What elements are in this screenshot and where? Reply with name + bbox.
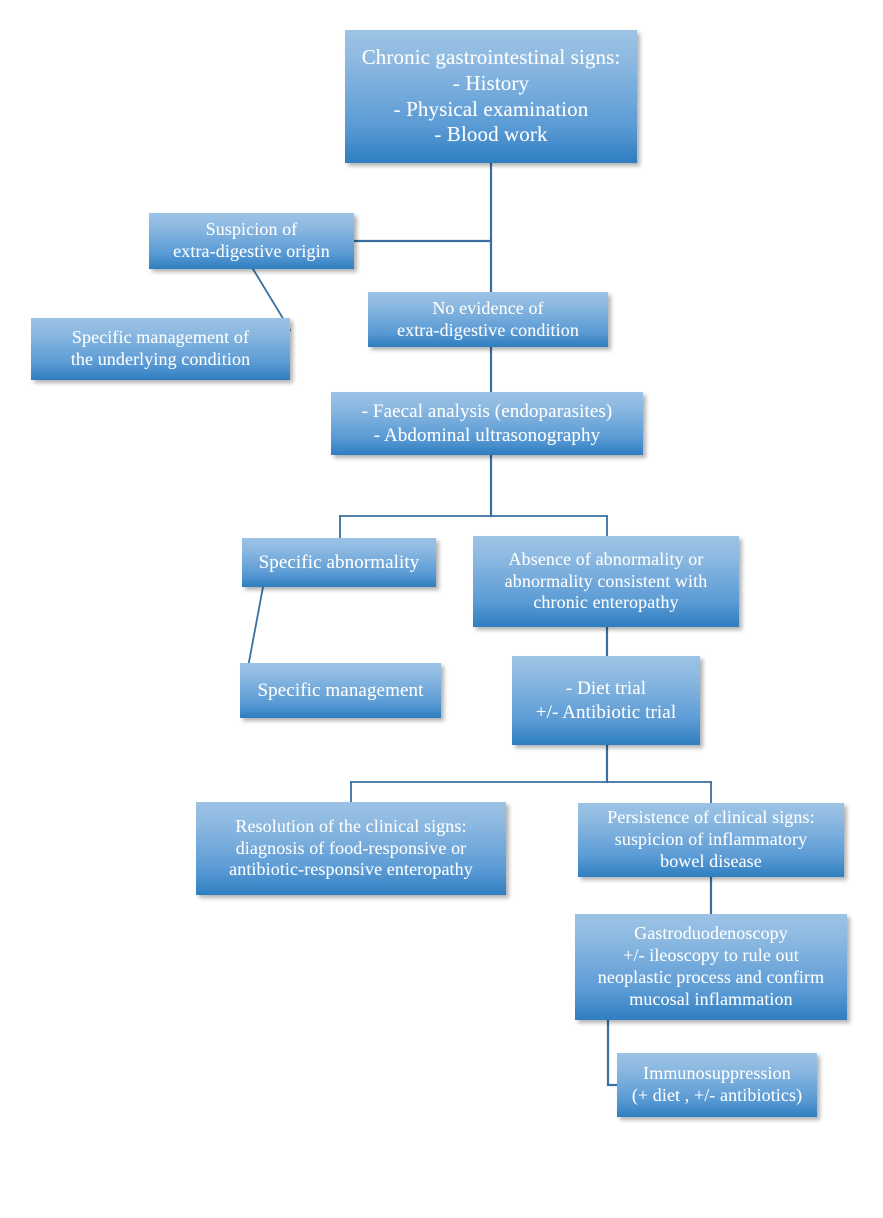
node-resolution-clinical-signs[interactable]: Resolution of the clinical signs: diagno… bbox=[196, 802, 506, 895]
node-gastroduodenoscopy-label: Gastroduodenoscopy +/- ileoscopy to rule… bbox=[597, 923, 825, 1009]
node-suspicion-extra-digestive-label: Suspicion of extra-digestive origin bbox=[173, 219, 330, 261]
node-immunosuppression-label: Immunosuppression (+ diet , +/- antibiot… bbox=[631, 1063, 803, 1105]
node-absence-of-abnormality-label: Absence of abnormality or abnormality co… bbox=[504, 548, 708, 613]
node-specific-management-label: Specific management bbox=[257, 679, 424, 701]
connector-gastro-to-immunosuppression bbox=[606, 1018, 619, 1087]
node-no-evidence-extra-digestive-label: No evidence of extra-digestive condition bbox=[397, 297, 579, 340]
connector-layer bbox=[244, 161, 713, 1087]
node-gastroduodenoscopy[interactable]: Gastroduodenoscopy +/- ileoscopy to rule… bbox=[575, 914, 847, 1020]
node-suspicion-extra-digestive[interactable]: Suspicion of extra-digestive origin bbox=[149, 213, 354, 269]
node-specific-management[interactable]: Specific management bbox=[240, 663, 441, 718]
node-faecal-analysis[interactable]: - Faecal analysis (endoparasites) - Abdo… bbox=[331, 392, 643, 455]
node-specific-management-underlying-label: Specific management of the underlying co… bbox=[70, 327, 251, 369]
node-no-evidence-extra-digestive[interactable]: No evidence of extra-digestive condition bbox=[368, 292, 608, 347]
node-faecal-analysis-label: - Faecal analysis (endoparasites) - Abdo… bbox=[361, 401, 613, 446]
node-absence-of-abnormality[interactable]: Absence of abnormality or abnormality co… bbox=[473, 536, 739, 627]
node-specific-management-underlying[interactable]: Specific management of the underlying co… bbox=[31, 318, 290, 380]
node-diet-trial-label: - Diet trial +/- Antibiotic trial bbox=[535, 678, 677, 723]
node-specific-abnormality[interactable]: Specific abnormality bbox=[242, 538, 436, 587]
node-chronic-gi-signs-label: Chronic gastrointestinal signs: - Histor… bbox=[361, 45, 621, 147]
node-persistence-clinical-signs[interactable]: Persistence of clinical signs: suspicion… bbox=[578, 803, 844, 877]
node-persistence-clinical-signs-label: Persistence of clinical signs: suspicion… bbox=[607, 807, 815, 871]
node-immunosuppression[interactable]: Immunosuppression (+ diet , +/- antibiot… bbox=[617, 1053, 817, 1117]
node-resolution-clinical-signs-label: Resolution of the clinical signs: diagno… bbox=[229, 815, 473, 880]
node-specific-abnormality-label: Specific abnormality bbox=[258, 551, 420, 573]
node-diet-trial[interactable]: - Diet trial +/- Antibiotic trial bbox=[512, 656, 700, 745]
flowchart-canvas: Chronic gastrointestinal signs: - Histor… bbox=[0, 0, 883, 1218]
node-chronic-gi-signs[interactable]: Chronic gastrointestinal signs: - Histor… bbox=[345, 30, 637, 163]
